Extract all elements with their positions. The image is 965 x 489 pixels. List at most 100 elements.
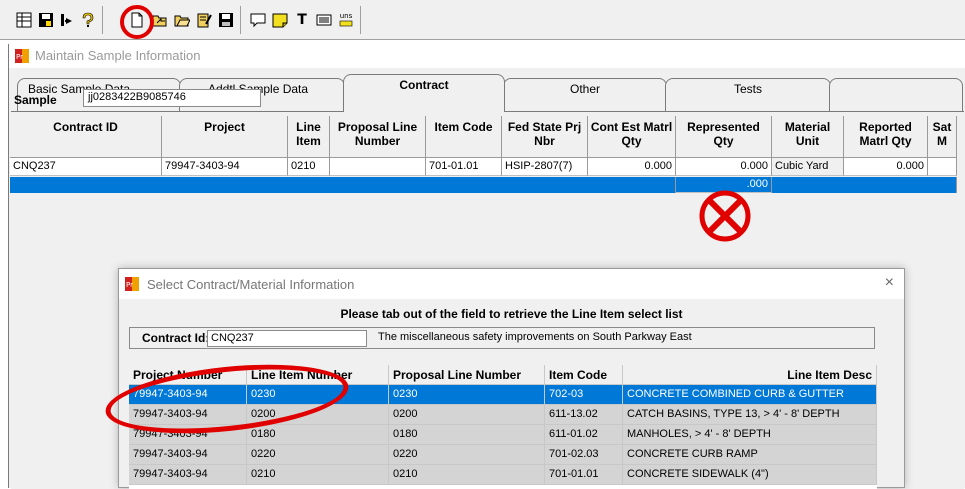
toolbar: T uns: [0, 0, 965, 40]
cell-proposal-line-number[interactable]: 0220: [389, 445, 545, 465]
cell-item-code[interactable]: 701-01.01: [426, 158, 502, 176]
download-icon[interactable]: [56, 10, 76, 30]
tab-tests[interactable]: Tests: [665, 78, 831, 112]
tab-contract[interactable]: Contract: [343, 74, 505, 112]
close-icon[interactable]: ×: [885, 274, 894, 292]
contract-id-row: Contract Id: CNQ237 The miscellaneous sa…: [129, 327, 875, 349]
save-disk-icon[interactable]: [36, 10, 56, 30]
cell-item-code[interactable]: 611-01.02: [545, 425, 623, 445]
cell-proposal-line-number[interactable]: 0230: [389, 385, 545, 405]
dialog-title: Select Contract/Material Information: [147, 277, 355, 292]
cell-item-code[interactable]: 611-13.02: [545, 405, 623, 425]
selected-row-left[interactable]: [10, 177, 676, 193]
tab-empty: [829, 78, 963, 112]
contract-description: The miscellaneous safety improvements on…: [378, 331, 692, 343]
contract-id-label: Contract Id:: [142, 331, 210, 345]
open-folder-2-icon[interactable]: [172, 10, 192, 30]
col-header-item-code[interactable]: Item Code: [545, 365, 623, 385]
new-doc-icon[interactable]: [127, 10, 147, 30]
text-icon[interactable]: T: [292, 10, 312, 30]
edit-doc-icon[interactable]: [194, 10, 214, 30]
contract-id-field[interactable]: CNQ237: [207, 330, 367, 347]
col-header-contract-id[interactable]: Contract ID: [10, 116, 162, 158]
toolbar-separator: [240, 6, 241, 34]
cell-line-item-number[interactable]: 0180: [247, 425, 389, 445]
note-icon[interactable]: [270, 10, 290, 30]
window-title: Maintain Sample Information: [35, 48, 201, 63]
app-logo-icon: Pr: [15, 49, 29, 63]
cell-line-item-number[interactable]: 0200: [247, 405, 389, 425]
cell-line-item-desc[interactable]: MANHOLES, > 4' - 8' DEPTH: [623, 425, 877, 445]
dialog-titlebar: Pr Select Contract/Material Information …: [119, 269, 904, 299]
col-header-material-unit[interactable]: Material Unit: [772, 116, 844, 158]
grid-icon[interactable]: [14, 10, 34, 30]
dialog-message: Please tab out of the field to retrieve …: [340, 307, 683, 321]
cell-item-code[interactable]: 702-03: [545, 385, 623, 405]
cell-project[interactable]: 79947-3403-94: [162, 158, 288, 176]
units-label: uns: [339, 12, 353, 20]
select-contract-dialog: Pr Select Contract/Material Information …: [118, 268, 905, 489]
help-icon[interactable]: [78, 10, 98, 30]
cell-line-item[interactable]: 0210: [288, 158, 330, 176]
tab-other[interactable]: Other: [503, 78, 667, 112]
toolbar-separator: [102, 6, 103, 34]
col-header-project-number[interactable]: Project Number: [129, 365, 247, 385]
contract-grid: Contract ID Project Line Item Proposal L…: [10, 116, 957, 244]
cell-contract-id[interactable]: CNQ237: [10, 158, 162, 176]
cell-project-number[interactable]: 79947-3403-94: [129, 405, 247, 425]
cell-material-unit[interactable]: Cubic Yard: [772, 158, 844, 176]
tab-label: Tests: [733, 82, 762, 96]
svg-text:Pr: Pr: [126, 281, 133, 289]
line-item-list: Project Number Line Item Number Proposal…: [129, 365, 877, 489]
units-icon[interactable]: uns: [336, 10, 356, 30]
col-header-reported-matrl-qty[interactable]: Reported Matrl Qty: [844, 116, 928, 158]
floppy-icon[interactable]: [216, 10, 236, 30]
col-header-proposal-line-number[interactable]: Proposal Line Number: [389, 365, 545, 385]
cell-line-item-desc[interactable]: CONCRETE COMBINED CURB & GUTTER: [623, 385, 877, 405]
cell-line-item-desc[interactable]: CONCRETE SIDEWALK (4"): [623, 465, 877, 485]
svg-text:Pr: Pr: [16, 53, 23, 61]
app-logo-icon: Pr: [125, 277, 139, 291]
cell-proposal-line-number[interactable]: 0210: [389, 465, 545, 485]
cell-item-code[interactable]: 701-01.01: [545, 465, 623, 485]
cell-proposal-line-number[interactable]: 0200: [389, 405, 545, 425]
col-header-cont-est-matrl-qty[interactable]: Cont Est Matrl Qty: [588, 116, 676, 158]
cell-project-number[interactable]: 79947-3403-94: [129, 465, 247, 485]
cell-line-item-desc[interactable]: CATCH BASINS, TYPE 13, > 4' - 8' DEPTH: [623, 405, 877, 425]
tab-label: Other: [569, 82, 600, 96]
cell-cont-est-matrl-qty[interactable]: 0.000: [588, 158, 676, 176]
col-header-line-item-number[interactable]: Line Item Number: [247, 365, 389, 385]
annotation-x-mark: [699, 190, 751, 242]
cell-proposal-line-number[interactable]: 0180: [389, 425, 545, 445]
cell-project-number[interactable]: 79947-3403-94: [129, 425, 247, 445]
col-header-represented-qty[interactable]: Represented Qty: [676, 116, 772, 158]
list-icon[interactable]: [314, 10, 334, 30]
col-header-sat-m[interactable]: Sat M: [928, 116, 957, 158]
cell-line-item-number[interactable]: 0210: [247, 465, 389, 485]
sample-label: Sample: [14, 93, 57, 107]
col-header-item-code[interactable]: Item Code: [426, 116, 502, 158]
window-titlebar: Pr Maintain Sample Information: [9, 44, 965, 68]
col-header-proposal-line-number[interactable]: Proposal Line Number: [330, 116, 426, 158]
cell-project-number[interactable]: 79947-3403-94: [129, 445, 247, 465]
selected-row-right[interactable]: [772, 177, 957, 193]
cell-represented-qty[interactable]: 0.000: [676, 158, 772, 176]
col-header-line-item[interactable]: Line Item: [288, 116, 330, 158]
cell-line-item-desc[interactable]: CONCRETE CURB RAMP: [623, 445, 877, 465]
toolbar-separator: [360, 6, 361, 34]
col-header-fed-state-prj-nbr[interactable]: Fed State Prj Nbr: [502, 116, 588, 158]
cell-reported-matrl-qty[interactable]: 0.000: [844, 158, 928, 176]
cell-proposal-line-number[interactable]: [330, 158, 426, 176]
tab-label: Contract: [399, 78, 449, 92]
cell-line-item-number[interactable]: 0220: [247, 445, 389, 465]
cell-line-item-number[interactable]: 0230: [247, 385, 389, 405]
col-header-project[interactable]: Project: [162, 116, 288, 158]
cell-fed-state-prj-nbr[interactable]: HSIP-2807(7): [502, 158, 588, 176]
col-header-line-item-desc[interactable]: Line Item Desc: [623, 365, 877, 385]
open-folder-icon[interactable]: [150, 10, 170, 30]
cell-item-code[interactable]: 701-02.03: [545, 445, 623, 465]
sample-id-field[interactable]: jj0283422B9085746: [83, 89, 261, 107]
cell-project-number[interactable]: 79947-3403-94: [129, 385, 247, 405]
comment-icon[interactable]: [248, 10, 268, 30]
cell-sat-m[interactable]: [928, 158, 957, 176]
